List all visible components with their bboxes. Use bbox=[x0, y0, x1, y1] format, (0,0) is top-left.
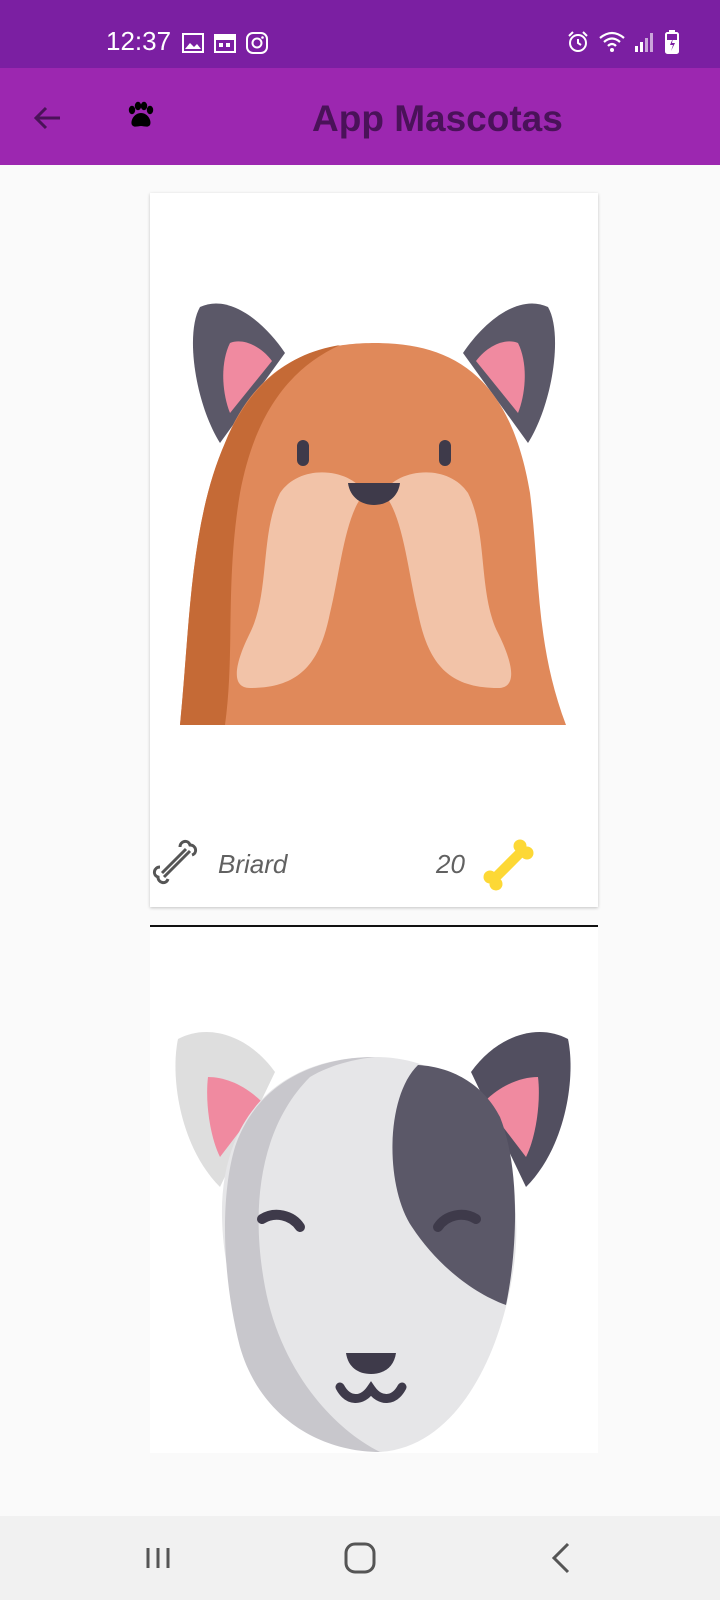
status-time: 12:37 bbox=[106, 26, 172, 56]
arrow-back-icon[interactable] bbox=[26, 96, 70, 140]
list-divider bbox=[150, 925, 598, 927]
dog-bull-terrier-image bbox=[175, 1031, 571, 1452]
wifi-icon bbox=[599, 31, 625, 52]
dog-brown-image bbox=[180, 303, 566, 725]
home-icon[interactable] bbox=[338, 1536, 382, 1580]
battery-charging-icon bbox=[665, 30, 679, 54]
image-icon bbox=[182, 33, 204, 53]
pet-card-footer: Briard 20 bbox=[150, 833, 598, 897]
status-bar: 12:37 bbox=[0, 0, 720, 68]
alarm-icon bbox=[568, 31, 588, 52]
page-title: App Mascotas bbox=[312, 98, 563, 139]
bone-outline-icon[interactable] bbox=[150, 837, 202, 889]
pet-rating-count: 20 bbox=[436, 849, 465, 879]
pet-name: Briard bbox=[218, 849, 288, 879]
status-notification-icons bbox=[182, 32, 268, 54]
back-icon[interactable] bbox=[540, 1536, 584, 1580]
navigation-bar bbox=[0, 1516, 720, 1600]
bone-yellow-icon bbox=[483, 839, 534, 891]
app-bar: App Mascotas bbox=[0, 68, 720, 165]
status-system-icons bbox=[566, 30, 680, 54]
instagram-icon bbox=[246, 32, 268, 54]
signal-icon bbox=[635, 33, 653, 52]
pet-card[interactable] bbox=[150, 927, 598, 1453]
paw-icon bbox=[128, 101, 154, 127]
calendar-icon bbox=[214, 34, 236, 53]
recent-apps-icon[interactable] bbox=[136, 1536, 180, 1580]
pet-card[interactable]: Briard 20 bbox=[150, 193, 598, 907]
